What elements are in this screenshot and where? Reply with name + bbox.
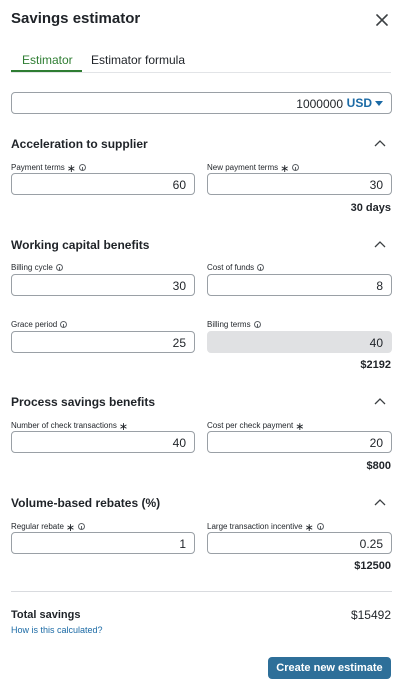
- working-capital-result: $2192: [360, 359, 391, 371]
- page-title: Savings estimator: [11, 10, 141, 27]
- billing-cycle-label: Billing cycle: [11, 263, 63, 272]
- info-icon[interactable]: [55, 264, 63, 271]
- billing-cycle-value: 30: [172, 279, 186, 293]
- chevron-up-icon[interactable]: [374, 139, 386, 147]
- section-title-acceleration: Acceleration to supplier: [11, 137, 148, 151]
- cost-of-funds-input[interactable]: 8: [207, 274, 392, 296]
- payment-terms-value: 60: [172, 178, 186, 192]
- amount-value: 1000000: [296, 97, 343, 111]
- info-icon[interactable]: [292, 164, 300, 171]
- billing-terms-value: 40: [369, 336, 383, 350]
- modal-header: Savings estimator: [0, 0, 400, 40]
- tab-estimator-formula[interactable]: Estimator formula: [91, 53, 185, 67]
- info-icon[interactable]: [60, 321, 68, 328]
- info-icon[interactable]: [316, 523, 324, 530]
- payment-terms-input[interactable]: 60: [11, 173, 195, 195]
- cost-of-funds-label: Cost of funds: [207, 263, 265, 272]
- info-icon[interactable]: [78, 523, 86, 530]
- info-icon[interactable]: [253, 321, 261, 328]
- billing-terms-label: Billing terms: [207, 320, 261, 329]
- section-title-volume-rebates: Volume-based rebates (%): [11, 496, 161, 510]
- check-transactions-input[interactable]: 40: [11, 431, 195, 453]
- billing-cycle-input[interactable]: 30: [11, 274, 195, 296]
- section-title-working-capital: Working capital benefits: [11, 238, 150, 252]
- large-incentive-input[interactable]: 0.25: [207, 532, 392, 554]
- check-transactions-value: 40: [172, 436, 186, 450]
- active-tab-indicator: [11, 70, 82, 72]
- divider: [11, 591, 392, 592]
- info-icon[interactable]: [257, 264, 265, 271]
- volume-rebates-result: $12500: [354, 560, 391, 572]
- how-calculated-link[interactable]: How is this calculated?: [11, 625, 103, 635]
- process-savings-result: $800: [366, 460, 391, 472]
- cost-per-check-value: 20: [369, 436, 383, 450]
- close-button[interactable]: [372, 10, 392, 30]
- chevron-up-icon[interactable]: [374, 498, 386, 506]
- regular-rebate-input[interactable]: 1: [11, 532, 195, 554]
- grace-period-input[interactable]: 25: [11, 331, 195, 353]
- section-title-process-savings: Process savings benefits: [11, 395, 156, 409]
- cost-per-check-input[interactable]: 20: [207, 431, 392, 453]
- grace-period-value: 25: [172, 336, 186, 350]
- acceleration-result: 30 days: [350, 202, 391, 214]
- chevron-up-icon[interactable]: [374, 240, 386, 248]
- large-incentive-value: 0.25: [359, 537, 383, 551]
- currency-select[interactable]: USD: [347, 96, 383, 110]
- amount-input[interactable]: 1000000 USD: [11, 92, 392, 114]
- grace-period-label: Grace period: [11, 320, 68, 329]
- total-savings-value: $15492: [350, 608, 391, 622]
- info-icon[interactable]: [79, 164, 87, 171]
- new-payment-terms-value: 30: [369, 178, 383, 192]
- total-savings-label: Total savings: [11, 609, 81, 621]
- caret-down-icon: [375, 101, 383, 107]
- tab-estimator[interactable]: Estimator: [22, 53, 73, 67]
- cost-of-funds-value: 8: [376, 279, 383, 293]
- chevron-up-icon[interactable]: [374, 397, 386, 405]
- new-payment-terms-input[interactable]: 30: [207, 173, 392, 195]
- tab-bar: Estimator Estimator formula: [11, 50, 391, 73]
- create-new-estimate-button[interactable]: Create new estimate: [268, 657, 391, 679]
- close-icon[interactable]: [372, 10, 392, 30]
- currency-label: USD: [346, 96, 372, 110]
- billing-terms-input: 40: [207, 331, 392, 353]
- regular-rebate-value: 1: [179, 537, 186, 551]
